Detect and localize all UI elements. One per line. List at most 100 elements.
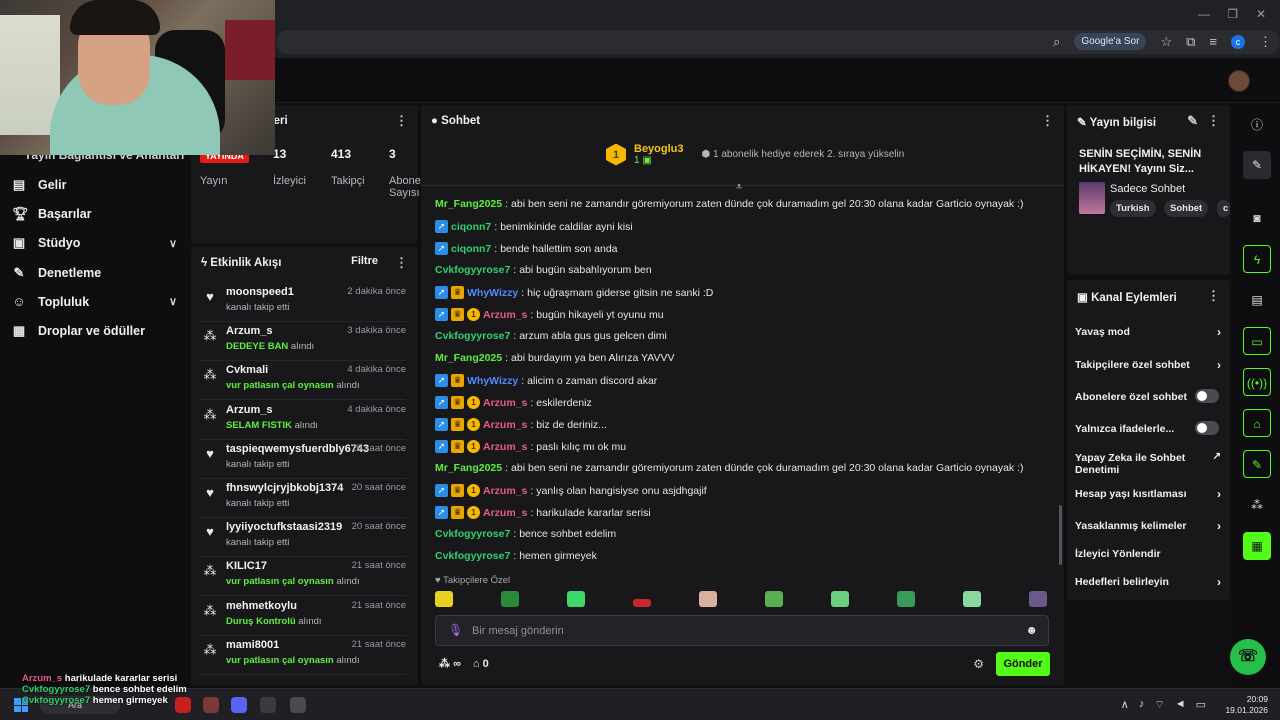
emote-3[interactable] xyxy=(567,591,585,607)
channel-action-item[interactable]: Yapay Zeka ile Sohbet Denetimi ↗ xyxy=(1075,451,1225,476)
chat-scrollbar[interactable] xyxy=(1059,505,1062,565)
tray-chevron-icon[interactable]: ∧ xyxy=(1121,698,1129,712)
chat-username[interactable]: Arzum_s xyxy=(483,309,527,321)
pencil-icon[interactable]: ✎ xyxy=(1243,151,1271,179)
taskbar-clock[interactable]: 20:09 19.01.2026 xyxy=(1225,694,1268,716)
emote-10[interactable] xyxy=(1029,591,1047,607)
chat-username[interactable]: Mr_Fang2025 xyxy=(435,198,502,210)
activity-user[interactable]: Arzum_s xyxy=(226,404,272,416)
channel-points[interactable]: ⁂ ∞ xyxy=(439,657,461,670)
address-bar[interactable]: ⌕ Google'a Sor ☆ ⧉ ≡ c ⋮ xyxy=(276,30,1280,54)
nav-item-droplar[interactable]: ▦ Droplar ve ödüller xyxy=(12,323,177,339)
activity-user[interactable]: mami8001 xyxy=(226,639,279,651)
mic-tray-icon[interactable]: ♪ xyxy=(1139,698,1145,712)
activity-item[interactable]: ⁂ Cvkmali 4 dakika önce vur patlasın çal oy… xyxy=(199,362,406,401)
info-icon[interactable]: ⓘ xyxy=(1243,111,1271,139)
channel-action-item[interactable]: Hedefleri belirleyin › xyxy=(1075,575,1225,589)
toggle-switch[interactable] xyxy=(1195,389,1219,403)
battery-icon[interactable]: ▭ xyxy=(1196,698,1206,712)
collapse-pinned-icon[interactable]: ⩡ xyxy=(736,181,742,194)
chat-username[interactable]: WhyWizzy xyxy=(467,287,518,299)
volume-icon[interactable]: ◄ xyxy=(1175,698,1186,712)
lightning-icon[interactable]: ϟ xyxy=(1243,245,1271,273)
chat-username[interactable]: Mr_Fang2025 xyxy=(435,352,502,364)
taskbar-app-5[interactable] xyxy=(290,697,306,713)
wifi-icon[interactable]: ⌔ xyxy=(1154,698,1164,712)
chat-username[interactable]: Arzum_s xyxy=(483,441,527,453)
tag-turkish[interactable]: Turkish xyxy=(1110,200,1156,217)
toggle-switch[interactable] xyxy=(1195,421,1219,435)
chat-menu-icon[interactable]: ⋮ xyxy=(1041,113,1054,129)
chat-username[interactable]: Mr_Fang2025 xyxy=(435,462,502,474)
pinned-gifter[interactable]: 1 Beyoglu3 1 ▣ ⬢ 1 abonelik hediye edere… xyxy=(606,143,904,166)
bookmark-star-icon[interactable]: ☆ xyxy=(1160,34,1172,50)
activity-item[interactable]: ⁂ Arzum_s 3 dakika önce DEDEYE BAN alındı xyxy=(199,323,406,362)
nav-item-topluluk[interactable]: ☺ Topluluk ∨ xyxy=(12,294,177,309)
profile-avatar[interactable]: c xyxy=(1231,34,1245,49)
chat-username[interactable]: ciqonn7 xyxy=(451,221,491,233)
emoji-picker-icon[interactable]: ☻ xyxy=(1025,623,1038,637)
chat-username[interactable]: Arzum_s xyxy=(483,397,527,409)
microphone-icon[interactable]: 🎙︎ xyxy=(448,623,463,637)
activity-item[interactable]: ♥ taspieqwemysfuerdbly6743 20 saat önce kan… xyxy=(199,441,406,479)
taskbar-app-4[interactable] xyxy=(260,697,276,713)
drops-icon[interactable]: ⁂ xyxy=(1243,491,1271,519)
activity-item[interactable]: ♥ lyyiiyoctufkstaasi2319 20 saat önce kanal… xyxy=(199,519,406,558)
user-avatar[interactable] xyxy=(1228,70,1250,92)
chat-username[interactable]: Arzum_s xyxy=(483,485,527,497)
chat-icon[interactable]: ▭ xyxy=(1243,327,1271,355)
chat-username[interactable]: Cvkfogyyrose7 xyxy=(435,330,510,342)
discord-icon[interactable] xyxy=(231,697,247,713)
zoom-icon[interactable]: ⌕ xyxy=(1053,34,1060,50)
filter-button[interactable]: Filtre xyxy=(351,255,378,267)
send-button[interactable]: Gönder xyxy=(996,652,1050,676)
store-button[interactable]: ⌂ 0 xyxy=(473,658,489,670)
tag-partial[interactable]: c xyxy=(1217,200,1231,217)
activity-user[interactable]: mehmetkoylu xyxy=(226,600,297,612)
channel-action-item[interactable]: Yavaş mod › xyxy=(1075,325,1225,339)
nav-item-basarilar[interactable]: 🏆︎ Başarılar xyxy=(12,206,177,222)
close-icon[interactable]: ✕ xyxy=(1256,7,1266,21)
activity-item[interactable]: ⁂ mami8001 21 saat önce vur patlasın çal oy… xyxy=(199,637,406,675)
category-name[interactable]: Sadece Sohbet xyxy=(1110,183,1185,195)
stream-info-menu-icon[interactable]: ⋮ xyxy=(1207,113,1220,129)
chat-input-box[interactable]: 🎙︎ ☻ xyxy=(435,615,1049,646)
clip-icon[interactable]: ▦ xyxy=(1243,532,1271,560)
activity-user[interactable]: lyyiiyoctufkstaasi2319 xyxy=(226,521,342,533)
activity-user[interactable]: fhnswylcjryjbkobj1374 xyxy=(226,482,343,494)
activity-user[interactable]: Arzum_s xyxy=(226,325,272,337)
emote-8[interactable] xyxy=(897,591,915,607)
emote-4[interactable] xyxy=(633,599,651,607)
activity-item[interactable]: ♥ fhnswylcjryjbkobj1374 20 saat önce kanalı… xyxy=(199,480,406,518)
chat-settings-icon[interactable]: ⚙ xyxy=(973,657,984,671)
activity-menu-icon[interactable]: ⋮ xyxy=(395,255,408,271)
activity-user[interactable]: Cvkmali xyxy=(226,364,268,376)
chat-username[interactable]: Arzum_s xyxy=(483,419,527,431)
store-icon[interactable]: ⌂ xyxy=(1243,409,1271,437)
support-chat-icon[interactable]: ☏ xyxy=(1230,639,1266,675)
chat-username[interactable]: Cvkfogyyrose7 xyxy=(435,550,510,562)
tag-sohbet[interactable]: Sohbet xyxy=(1164,200,1209,217)
browser-menu-icon[interactable]: ⋮ xyxy=(1259,34,1272,50)
chat-username[interactable]: WhyWizzy xyxy=(467,375,518,387)
stats-menu-icon[interactable]: ⋮ xyxy=(395,113,408,129)
activity-user[interactable]: KILIC17 xyxy=(226,560,267,572)
emote-2[interactable] xyxy=(501,591,519,607)
emote-9[interactable] xyxy=(963,591,981,607)
document-icon[interactable]: ▤ xyxy=(1243,286,1271,314)
emote-6[interactable] xyxy=(765,591,783,607)
channel-action-item[interactable]: Takipçilere özel sohbet › xyxy=(1075,358,1225,372)
channel-action-item[interactable]: Yalnızca ifadelerle... xyxy=(1075,421,1225,435)
chat-username[interactable]: Cvkfogyyrose7 xyxy=(435,264,510,276)
reading-list-icon[interactable]: ≡ xyxy=(1209,34,1217,49)
chat-username[interactable]: Arzum_s xyxy=(483,507,527,519)
tools-icon[interactable]: ✎ xyxy=(1243,450,1271,478)
emote-5[interactable] xyxy=(699,591,717,607)
emote-7[interactable] xyxy=(831,591,849,607)
activity-user[interactable]: moonspeed1 xyxy=(226,286,294,298)
restore-icon[interactable]: ❐ xyxy=(1227,7,1238,21)
chat-username[interactable]: Cvkfogyyrose7 xyxy=(435,528,510,540)
channel-action-item[interactable]: Abonelere özel sohbet xyxy=(1075,389,1225,403)
edit-icon[interactable]: ✎ xyxy=(1187,113,1198,129)
extensions-icon[interactable]: ⧉ xyxy=(1186,34,1195,50)
